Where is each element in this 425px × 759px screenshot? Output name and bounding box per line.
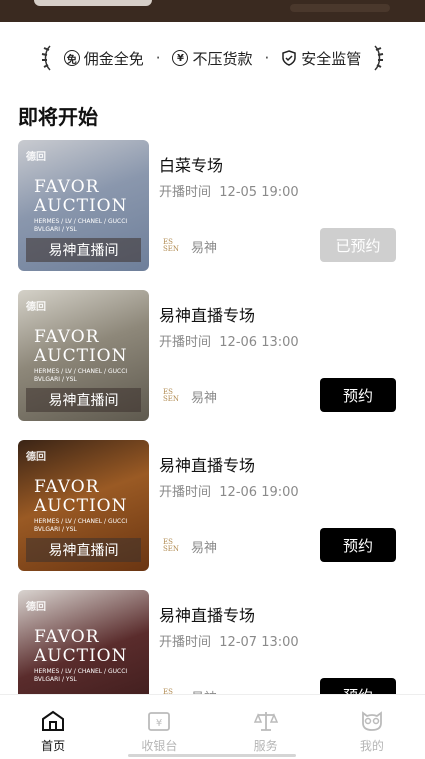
free-icon: 免	[63, 50, 80, 66]
guarantee-label: 安全监管	[301, 49, 362, 68]
favor-auction-title: FAVOR AUCTION	[34, 477, 128, 516]
guarantee-label: 不压货款	[192, 49, 253, 68]
favor-auction-title: FAVOR AUCTION	[34, 627, 128, 666]
host-logo: ESSEN	[163, 538, 180, 553]
live-room-label: 易神直播间	[26, 388, 141, 412]
auction-title: 易神直播专场	[159, 456, 256, 475]
favor-auction-title: FAVOR AUCTION	[34, 327, 128, 366]
laurel-right-icon	[374, 45, 384, 71]
scale-icon	[253, 712, 278, 731]
auction-title: 白菜专场	[159, 156, 224, 175]
auction-thumbnail[interactable]: 德回 FAVOR AUCTION HERMES / LV / CHANEL / G…	[18, 440, 149, 571]
brands-line: HERMES / LV / CHANEL / GUCCI BVLGARI / YS…	[34, 218, 128, 233]
nav-label: 服务	[253, 739, 278, 753]
guarantee-safety: 安全监管	[281, 48, 361, 69]
brands-line: HERMES / LV / CHANEL / GUCCI BVLGARI / YS…	[34, 368, 128, 383]
shield-check-icon	[282, 50, 297, 66]
bottom-nav: 首页 ¥ 收银台 服务 我的	[0, 694, 425, 759]
nav-label: 收银台	[141, 739, 178, 753]
nav-item-service[interactable]: 服务	[213, 695, 319, 759]
brand-mark: 德回	[26, 452, 46, 463]
live-room-label: 易神直播间	[26, 238, 141, 262]
brand-mark: 德回	[26, 152, 46, 163]
nav-item-profile[interactable]: 我的	[319, 695, 425, 759]
nav-item-cashier[interactable]: ¥ 收银台	[106, 695, 212, 759]
nav-label: 我的	[359, 739, 384, 753]
start-time: 开播时间 12-07 13:00	[159, 635, 299, 650]
host-logo: ESSEN	[163, 238, 180, 253]
svg-text:¥: ¥	[156, 718, 162, 729]
auction-thumbnail[interactable]: 德回 FAVOR AUCTION HERMES / LV / CHANEL / G…	[18, 140, 149, 271]
auction-card[interactable]: 德回 FAVOR AUCTION HERMES / LV / CHANEL / G…	[0, 440, 425, 572]
reserve-button[interactable]: 预约	[320, 528, 396, 562]
separator-dot: ·	[264, 49, 270, 67]
favor-auction-title: FAVOR AUCTION	[34, 177, 128, 216]
section-title: 即将开始	[18, 105, 98, 129]
auction-thumbnail[interactable]: 德回 FAVOR AUCTION HERMES / LV / CHANEL / G…	[18, 290, 149, 421]
auction-card[interactable]: 德回 FAVOR AUCTION HERMES / LV / CHANEL / G…	[0, 290, 425, 422]
separator-dot: ·	[155, 49, 161, 67]
guarantee-commission-free: 免 佣金全免	[63, 48, 144, 69]
laurel-left-icon	[41, 45, 51, 71]
cashier-icon: ¥	[148, 712, 171, 731]
host-name: 易神	[191, 391, 218, 406]
start-time: 开播时间 12-06 19:00	[159, 485, 299, 500]
brands-line: HERMES / LV / CHANEL / GUCCI BVLGARI / YS…	[34, 668, 128, 683]
home-icon	[42, 710, 65, 731]
start-time: 开播时间 12-05 19:00	[159, 185, 299, 200]
banner-shade	[290, 4, 390, 12]
reserved-button[interactable]: 已预约	[320, 228, 396, 262]
start-time: 开播时间 12-06 13:00	[159, 335, 299, 350]
yen-icon: ¥	[172, 50, 189, 66]
auction-title: 易神直播专场	[159, 606, 256, 625]
nav-label: 首页	[41, 739, 66, 753]
reserve-button[interactable]: 预约	[320, 378, 396, 412]
home-indicator	[128, 754, 296, 757]
host-name: 易神	[191, 241, 218, 256]
auction-card[interactable]: 德回 FAVOR AUCTION HERMES / LV / CHANEL / G…	[0, 140, 425, 272]
live-room-label: 易神直播间	[26, 538, 141, 562]
owl-icon	[361, 711, 382, 731]
banner-pill	[34, 0, 152, 6]
brand-mark: 德回	[26, 302, 46, 313]
host-name: 易神	[191, 541, 218, 556]
guarantee-label: 佣金全免	[83, 49, 144, 68]
brands-line: HERMES / LV / CHANEL / GUCCI BVLGARI / YS…	[34, 518, 128, 533]
guarantees-row: 免 佣金全免 · ¥ 不压货款 · 安全监管	[0, 38, 425, 78]
auction-title: 易神直播专场	[159, 306, 256, 325]
brand-mark: 德回	[26, 602, 46, 613]
nav-item-home[interactable]: 首页	[0, 695, 106, 759]
top-banner	[0, 0, 425, 22]
guarantee-no-hold-payment: ¥ 不压货款	[172, 48, 253, 69]
host-logo: ESSEN	[163, 388, 180, 403]
